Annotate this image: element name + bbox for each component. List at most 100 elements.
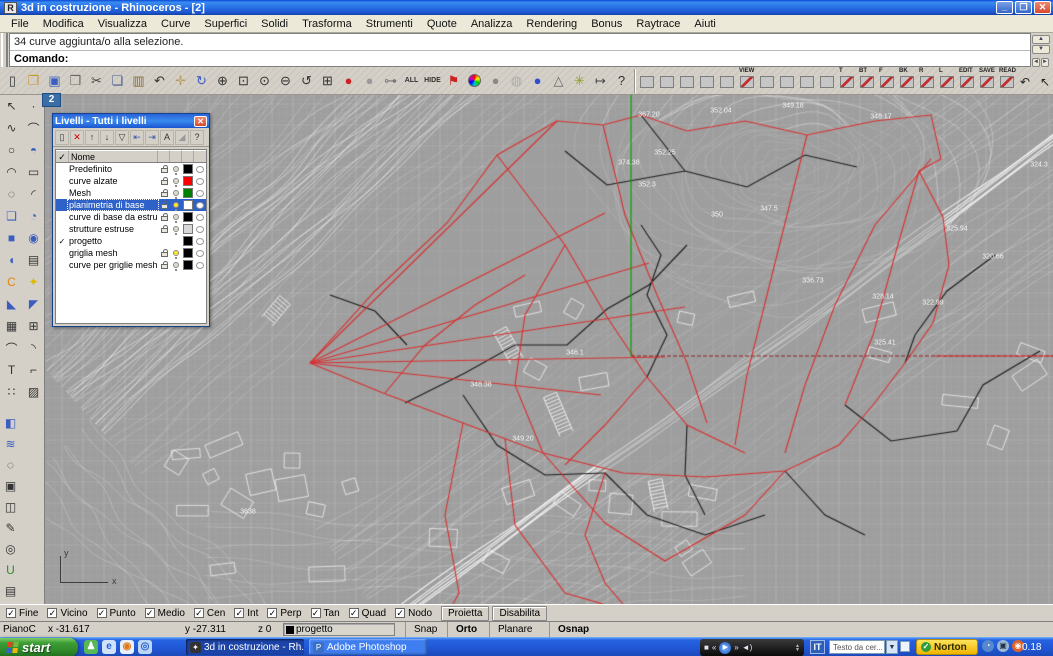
notes-button[interactable]: ▤: [0, 580, 21, 601]
view-down-button[interactable]: [698, 68, 718, 94]
layer-lock-cell[interactable]: [158, 261, 170, 269]
undo-view-button[interactable]: ↶: [1018, 68, 1038, 94]
menu-analizza[interactable]: Analizza: [464, 17, 520, 31]
status-toggle-snap[interactable]: Snap: [405, 622, 445, 637]
layer-material-cell[interactable]: [194, 190, 206, 197]
osnap-fine[interactable]: ✓Fine: [6, 608, 38, 619]
command-scroll-right[interactable]: ►: [1041, 58, 1049, 67]
menu-superfici[interactable]: Superfici: [197, 17, 254, 31]
loft-button[interactable]: ≋: [0, 433, 21, 454]
search-input[interactable]: Testo da cer...: [829, 640, 885, 654]
search-dropdown-arrow[interactable]: ▼: [886, 640, 898, 654]
block-button[interactable]: ▣: [0, 475, 21, 496]
blend-curve-button[interactable]: ⌒: [1, 337, 22, 359]
contour-button[interactable]: ▤: [23, 249, 44, 271]
layer-color-cell[interactable]: [182, 260, 194, 270]
color-column-header[interactable]: [182, 150, 194, 162]
patch-surface-button[interactable]: ◔: [23, 205, 44, 227]
command-scroll-left[interactable]: ◄: [1032, 58, 1040, 67]
move-layer-up-button[interactable]: ↑: [85, 130, 99, 145]
command-grip[interactable]: [1, 33, 8, 67]
split-button[interactable]: ◫: [0, 496, 21, 517]
osnap-checkbox-punto[interactable]: ✓: [97, 608, 107, 618]
hatch-button[interactable]: ▨: [23, 381, 44, 403]
sphere-button[interactable]: ◓: [23, 139, 44, 161]
command-prompt[interactable]: Comando:: [10, 50, 1030, 66]
layer-row-progetto[interactable]: ✓progetto: [56, 235, 206, 247]
osnap-nodo[interactable]: ✓Nodo: [395, 608, 432, 619]
quicklaunch-messenger-icon[interactable]: ♟: [84, 640, 98, 654]
osnap-tan[interactable]: ✓Tan: [311, 608, 340, 619]
wmp-play-button[interactable]: ▶: [719, 642, 731, 654]
osnap-medio[interactable]: ✓Medio: [145, 608, 185, 619]
arc-start-end-button[interactable]: ◜: [23, 183, 44, 205]
zoom-extents-button[interactable]: ↺: [296, 69, 317, 93]
layer-color-cell[interactable]: [182, 248, 194, 258]
explode-button[interactable]: ✦: [23, 271, 44, 293]
osnap-checkbox-cen[interactable]: ✓: [194, 608, 204, 618]
color-wheel-button[interactable]: [464, 69, 485, 93]
view-right-button[interactable]: R: [918, 68, 938, 94]
view-top-dot-button[interactable]: [818, 68, 838, 94]
menu-solidi[interactable]: Solidi: [254, 17, 295, 31]
osnap-quad[interactable]: ✓Quad: [349, 608, 386, 619]
osnap-perp[interactable]: ✓Perp: [267, 608, 301, 619]
osnap-cen[interactable]: ✓Cen: [194, 608, 225, 619]
ellipse-button[interactable]: ◌: [1, 183, 22, 205]
current-layer-chip[interactable]: progetto: [283, 623, 395, 636]
menu-aiuti[interactable]: Aiuti: [687, 17, 722, 31]
rendered-viewport-button[interactable]: ●: [527, 69, 548, 93]
layer-material-cell[interactable]: [194, 238, 206, 245]
search-go-button[interactable]: [900, 641, 910, 652]
view-right-dot-button[interactable]: [798, 68, 818, 94]
osnap-checkbox-int[interactable]: ✓: [234, 608, 244, 618]
view-top-button[interactable]: T: [838, 68, 858, 94]
sort-layers-button[interactable]: ◢: [175, 130, 189, 145]
rename-layer-button[interactable]: A: [160, 130, 174, 145]
language-indicator[interactable]: IT: [810, 640, 825, 654]
help-button[interactable]: ?: [611, 69, 632, 93]
point-button[interactable]: ·: [23, 95, 44, 117]
layers-dialog-close-button[interactable]: ✕: [194, 116, 207, 127]
proietta-button[interactable]: Proietta: [441, 606, 489, 621]
layer-color-cell[interactable]: [182, 176, 194, 186]
osnap-punto[interactable]: ✓Punto: [97, 608, 136, 619]
menu-rendering[interactable]: Rendering: [519, 17, 584, 31]
zoom-window-button[interactable]: ⊡: [233, 69, 254, 93]
boolean-union-button[interactable]: U: [0, 559, 21, 580]
osnap-checkbox-perp[interactable]: ✓: [267, 608, 277, 618]
wmp-expand-arrows[interactable]: ▲▼: [795, 644, 800, 652]
view-left-button[interactable]: L: [938, 68, 958, 94]
array-button[interactable]: ▦: [1, 315, 22, 337]
menu-curve[interactable]: Curve: [154, 17, 197, 31]
layer-row-planimetria-di-base[interactable]: planimetria di base: [56, 199, 206, 211]
select-all-button[interactable]: ALL: [401, 69, 422, 93]
move-left-button[interactable]: ⇤: [130, 130, 144, 145]
layer-color-cell[interactable]: [182, 200, 194, 210]
view-read-button[interactable]: READ: [998, 68, 1018, 94]
wmp-previous-button[interactable]: «: [712, 643, 716, 652]
export-selected-button[interactable]: ❒: [65, 69, 86, 93]
menu-raytrace[interactable]: Raytrace: [629, 17, 687, 31]
cut-button[interactable]: ✂: [86, 69, 107, 93]
layer-lock-cell[interactable]: [158, 225, 170, 233]
polygon-button[interactable]: ◌: [0, 454, 21, 475]
zoom-selected-button[interactable]: ⊙: [254, 69, 275, 93]
render-preview-button[interactable]: ●: [359, 69, 380, 93]
layer-color-cell[interactable]: [182, 164, 194, 174]
layer-row-curve-di-base-da-estru-[interactable]: curve di base da estru...: [56, 211, 206, 223]
material-column-header[interactable]: [194, 150, 206, 162]
osnap-checkbox-quad[interactable]: ✓: [349, 608, 359, 618]
circle-button[interactable]: ○: [1, 139, 22, 161]
bulb-column-header[interactable]: [170, 150, 182, 162]
shaded-viewport-button[interactable]: ●: [485, 69, 506, 93]
project-curve-button[interactable]: ◝: [23, 337, 44, 359]
new-layer-button[interactable]: ▯: [55, 130, 69, 145]
check-column-header[interactable]: ✓: [56, 150, 69, 162]
tray-display-icon[interactable]: ▣: [997, 640, 1009, 652]
osnap-checkbox-vicino[interactable]: ✓: [47, 608, 57, 618]
view-named-button[interactable]: VIEW: [738, 68, 758, 94]
menu-bonus[interactable]: Bonus: [584, 17, 629, 31]
task-photoshop[interactable]: PAdobe Photoshop: [309, 639, 427, 655]
norton-badge[interactable]: ✓ Norton: [916, 639, 978, 655]
